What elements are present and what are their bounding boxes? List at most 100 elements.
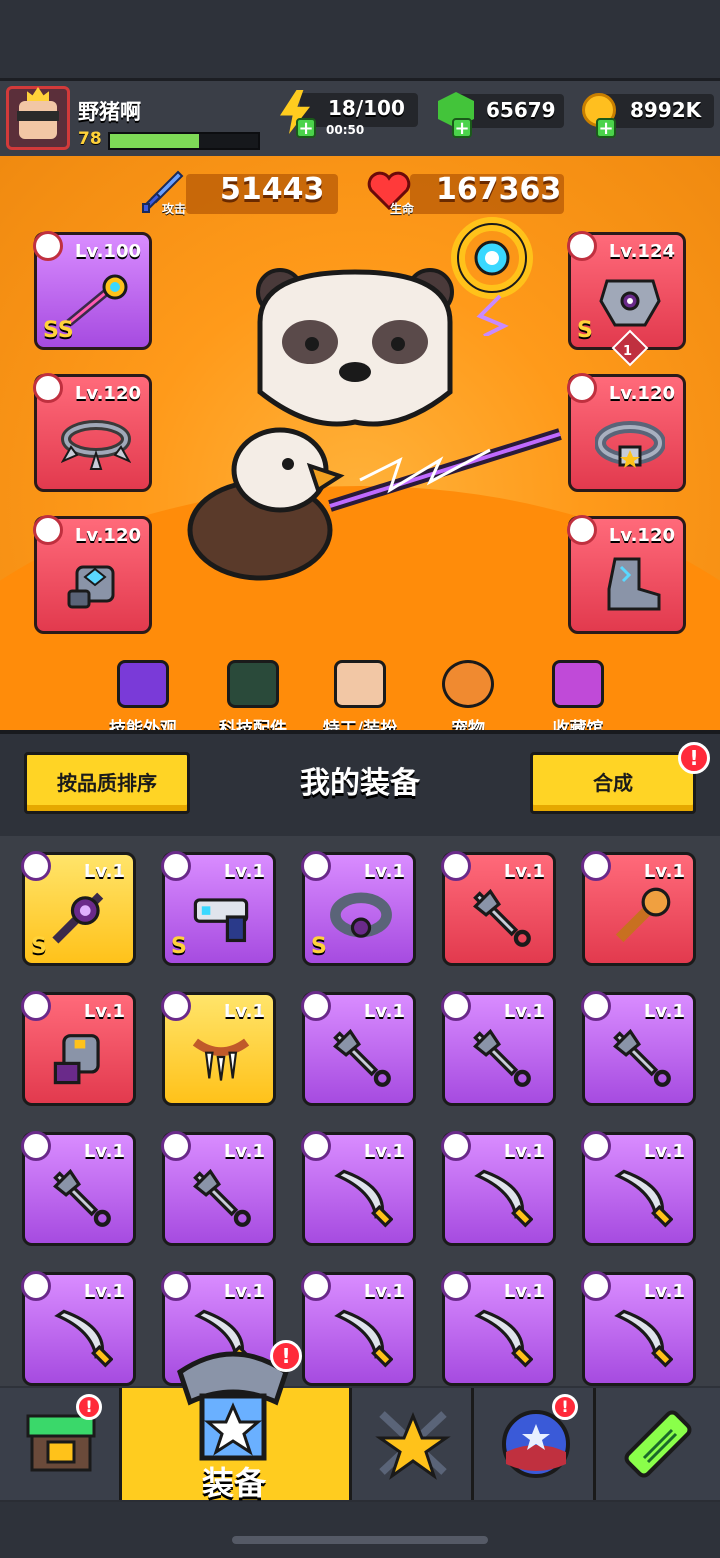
tab-pets[interactable]: 宠物 [418, 660, 518, 740]
pet-icon [442, 660, 494, 708]
inventory-item[interactable]: Lv.1 [21, 1131, 136, 1246]
merge-button[interactable]: 合成 [530, 752, 696, 814]
inventory-item[interactable]: Lv.1 [581, 991, 696, 1106]
inventory-item[interactable]: Lv.1 [441, 991, 556, 1106]
item-type-icon [301, 851, 331, 881]
inventory-item[interactable]: Lv.1 [441, 851, 556, 966]
item-type-icon [301, 1131, 331, 1161]
eagle-pet [187, 427, 345, 581]
player-name: 野猪啊 [78, 100, 141, 124]
bat-icon [615, 887, 671, 943]
rank-label: S [31, 934, 47, 959]
staff-shaft [328, 428, 562, 512]
dna-tube-icon [624, 1410, 692, 1478]
item-level: Lv.1 [223, 861, 265, 882]
item-type-icon [21, 1131, 51, 1161]
inventory-item[interactable]: Lv.1 S [21, 851, 136, 966]
equipped-boots-slot[interactable]: Lv.120 [567, 515, 686, 634]
inventory-item[interactable]: Lv.1 [21, 1271, 136, 1386]
nav-talents[interactable]: ! [474, 1388, 596, 1500]
equipped-necklace-slot[interactable]: Lv.120 [33, 373, 152, 492]
item-type-icon [581, 851, 611, 881]
tab-agents[interactable]: 特工/装扮 [310, 660, 410, 740]
star-level: 1 [623, 344, 633, 359]
energy-add-button[interactable]: + [296, 118, 316, 138]
inventory-item[interactable]: Lv.1 S [301, 851, 416, 966]
kunai-icon [473, 1028, 531, 1087]
inventory-item[interactable]: Lv.1 [581, 1131, 696, 1246]
coin-value: 8992K [630, 98, 702, 122]
page-title: 我的装备 [300, 766, 420, 801]
inventory-item[interactable]: Lv.1 [581, 851, 696, 966]
slot-level: Lv.120 [74, 383, 141, 404]
tab-collection[interactable]: 收藏馆 [528, 660, 628, 740]
nav-heroes[interactable] [352, 1388, 474, 1500]
avatar[interactable] [6, 86, 70, 150]
sword-icon [614, 1309, 673, 1368]
inventory-item[interactable]: Lv.1 [301, 991, 416, 1106]
tech-icon [227, 660, 279, 708]
nav-shop[interactable]: ! [0, 1388, 122, 1500]
merge-alert-badge: ! [678, 742, 710, 774]
item-type-icon [161, 991, 191, 1021]
home-indicator[interactable] [232, 1536, 488, 1544]
weapon-type-icon [33, 231, 63, 261]
inventory-item[interactable]: Lv.1 [21, 991, 136, 1106]
coin-add-button[interactable]: + [596, 118, 616, 138]
rank-label: S [577, 318, 593, 343]
boots-type-icon [567, 515, 597, 545]
item-type-icon [161, 851, 191, 881]
equipped-weapon-slot[interactable]: Lv.100 SS [33, 231, 152, 350]
attack-value: 51443 [220, 172, 325, 207]
inventory-item[interactable]: Lv.1 [441, 1131, 556, 1246]
tab-skill-skins[interactable]: 技能外观 [93, 660, 193, 740]
item-level: Lv.1 [363, 1141, 405, 1162]
slot-level: Lv.100 [74, 241, 141, 262]
attack-label: 攻击 [162, 202, 187, 216]
inventory-item[interactable]: Lv.1 [441, 1271, 556, 1386]
belt-type-icon [567, 373, 597, 403]
item-level: Lv.1 [503, 1141, 545, 1162]
equipment-alert-badge: ! [270, 1340, 302, 1372]
inventory-item[interactable]: Lv.1 [301, 1131, 416, 1246]
belt-icon [595, 421, 665, 468]
kunai-icon [473, 888, 531, 947]
slot-level: Lv.120 [608, 525, 675, 546]
player-level: 78 [78, 129, 102, 149]
item-type-icon [21, 991, 51, 1021]
sort-by-quality-button[interactable]: 按品质排序 [24, 752, 190, 814]
panda-hero [256, 268, 454, 427]
item-level: Lv.1 [643, 861, 685, 882]
equipped-armor-slot[interactable]: Lv.124 S 1 [567, 231, 686, 367]
star-swords-icon [375, 1411, 451, 1480]
inventory-item[interactable]: Lv.1 [581, 1271, 696, 1386]
item-level: Lv.1 [643, 1001, 685, 1022]
gem-value: 65679 [486, 98, 556, 122]
sword-icon [334, 1169, 393, 1228]
gem-add-button[interactable]: + [452, 118, 472, 138]
item-type-icon [581, 1271, 611, 1301]
inventory-item[interactable]: Lv.1 [161, 1131, 276, 1246]
fang-necklace-icon [192, 1038, 250, 1081]
inventory-item[interactable]: Lv.1 S [161, 851, 276, 966]
nav-evolution[interactable] [596, 1388, 720, 1500]
item-level: Lv.1 [83, 1001, 125, 1022]
xp-bar [108, 132, 260, 150]
equipped-belt-slot[interactable]: Lv.120 [567, 373, 686, 492]
item-level: Lv.1 [223, 1141, 265, 1162]
rank-label: S [171, 934, 187, 959]
kunai-icon [193, 1168, 251, 1227]
sword-icon [614, 1169, 673, 1228]
inventory-item[interactable]: Lv.1 [301, 1271, 416, 1386]
item-level: Lv.1 [363, 1281, 405, 1302]
glove-icon [67, 565, 115, 609]
collar-icon [330, 892, 392, 938]
sword-icon [474, 1169, 533, 1228]
item-type-icon [441, 1271, 471, 1301]
shop-alert-badge: ! [76, 1394, 102, 1420]
inventory-item[interactable]: Lv.1 [161, 991, 276, 1106]
item-level: Lv.1 [503, 1001, 545, 1022]
equipped-gloves-slot[interactable]: Lv.120 [33, 515, 152, 634]
tab-tech-parts[interactable]: 科技配件 [203, 660, 303, 740]
item-type-icon [441, 991, 471, 1021]
